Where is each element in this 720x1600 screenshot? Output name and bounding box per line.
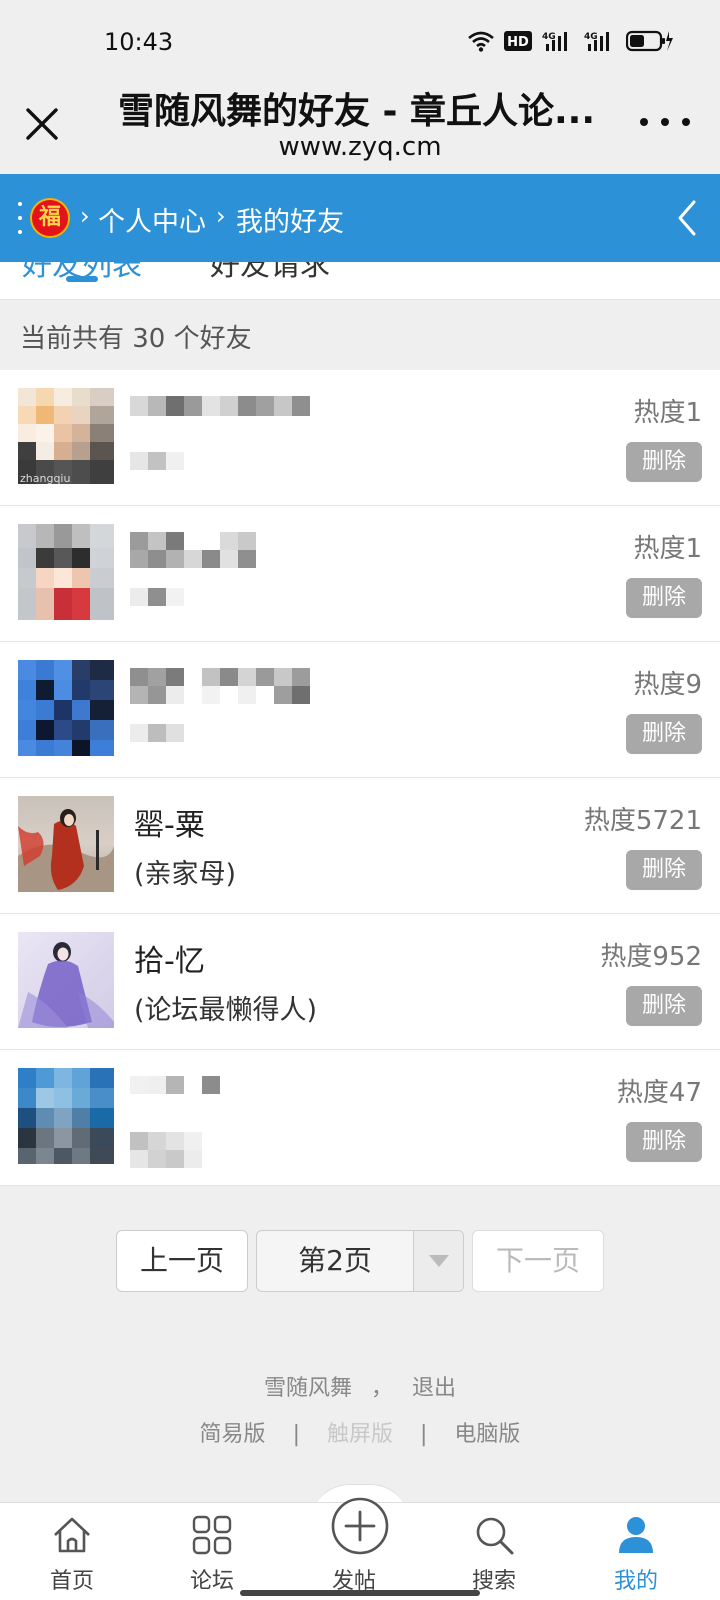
friend-name[interactable]: 罂-粟: [134, 800, 205, 844]
name-redacted: [130, 668, 310, 704]
nav-home[interactable]: 首页: [22, 1503, 122, 1600]
friend-row[interactable]: 罂-粟 (亲家母) 热度5721 删除: [0, 778, 720, 914]
current-page-label: 第2页: [298, 1244, 372, 1277]
nav-search[interactable]: 搜索: [444, 1503, 544, 1600]
heat-value: 热度47: [616, 1078, 702, 1108]
footer-username[interactable]: 雪随风舞: [264, 1376, 352, 1401]
name-redacted: [130, 1076, 220, 1094]
grid-icon: [192, 1515, 232, 1555]
delete-button[interactable]: 删除: [626, 442, 702, 482]
page-title: 雪随风舞的好友 - 章丘人论...: [118, 91, 596, 132]
nav-label: 我的: [613, 1569, 658, 1594]
heat-value: 热度1: [633, 534, 702, 564]
avatar-watermark: zhangqiu: [20, 472, 70, 484]
note-redacted: [130, 452, 184, 470]
search-icon: [476, 1517, 514, 1555]
link-simple-version[interactable]: 简易版: [200, 1422, 266, 1447]
signal-4g-icon-2: 4G: [584, 30, 616, 52]
home-indicator[interactable]: [240, 1590, 480, 1596]
note-redacted: [130, 1132, 202, 1168]
heat-value: 热度1: [633, 398, 702, 428]
heat-value: 热度9: [633, 670, 702, 700]
hd-label: HD: [507, 35, 529, 50]
delete-button[interactable]: 删除: [626, 850, 702, 890]
status-time: 10:43: [104, 28, 174, 56]
site-nav-bar: 福 › 个人中心 › 我的好友: [0, 174, 720, 262]
chevron-left-icon: [678, 200, 696, 236]
friend-name[interactable]: 拾-忆: [134, 936, 205, 980]
wifi-icon: [468, 30, 494, 52]
user-icon: [619, 1517, 653, 1553]
battery-icon: [626, 30, 674, 52]
next-page-button[interactable]: 下一页: [472, 1230, 604, 1292]
page-url: www.zyq.cm: [278, 132, 442, 162]
heat-value: 热度5721: [583, 806, 702, 836]
name-redacted: [130, 532, 256, 568]
breadcrumb-separator: ›: [216, 202, 226, 230]
more-icon: [640, 118, 648, 126]
friend-note: (论坛最懒得人): [134, 995, 318, 1026]
menu-dots-icon[interactable]: [18, 202, 24, 234]
name-redacted: [130, 396, 310, 416]
friend-list: zhangqiu 热度1 删除 热度1 删除 热度9 删除 罂-粟 (亲家母) …: [0, 370, 720, 1186]
avatar[interactable]: [18, 660, 114, 756]
footer-link-separator: |: [420, 1422, 428, 1447]
friend-row[interactable]: 热度9 删除: [0, 642, 720, 778]
prev-page-button[interactable]: 上一页: [116, 1230, 248, 1292]
more-icon-dot: [682, 118, 690, 126]
delete-button[interactable]: 删除: [626, 714, 702, 754]
plus-circle-icon[interactable]: [330, 1496, 390, 1556]
hd-icon: HD: [504, 30, 532, 52]
breadcrumb-separator: ›: [80, 202, 90, 230]
friend-tabs: 好友列表 好友请求: [0, 262, 720, 300]
avatar[interactable]: [18, 1068, 114, 1164]
status-icons: HD 4G 4G: [468, 30, 674, 52]
signal-4g-icon: 4G: [542, 30, 574, 52]
avatar[interactable]: [18, 524, 114, 620]
friend-count-bar: 当前共有 30 个好友: [0, 300, 720, 370]
status-bar: 10:43 HD 4G 4G: [0, 0, 720, 82]
avatar[interactable]: [18, 796, 114, 892]
avatar[interactable]: [18, 932, 114, 1028]
friend-row[interactable]: 热度47 删除: [0, 1050, 720, 1186]
logout-link[interactable]: 退出: [412, 1376, 456, 1401]
site-logo-badge[interactable]: 福: [30, 198, 70, 238]
delete-button[interactable]: 删除: [626, 1122, 702, 1162]
footer-separator: ，: [370, 1376, 393, 1401]
footer-links: 简易版 | 触屏版 | 电脑版: [0, 1416, 720, 1448]
friend-count: 当前共有 30 个好友: [20, 324, 252, 354]
footer-link-separator: |: [292, 1422, 300, 1447]
more-options-button[interactable]: [640, 112, 690, 132]
note-redacted: [130, 588, 184, 606]
browser-header: 雪随风舞的好友 - 章丘人论... www.zyq.cm: [0, 82, 720, 174]
triangle-down-icon: [429, 1255, 449, 1267]
home-icon: [54, 1517, 90, 1553]
tab-friend-requests[interactable]: 好友请求: [210, 262, 330, 284]
nav-forum[interactable]: 论坛: [162, 1503, 262, 1600]
link-desktop-version[interactable]: 电脑版: [454, 1422, 520, 1447]
footer-user: 雪随风舞 ， 退出: [0, 1370, 720, 1402]
more-icon-dot: [661, 118, 669, 126]
link-touch-version: 触屏版: [326, 1422, 393, 1447]
friend-row[interactable]: 拾-忆 (论坛最懒得人) 热度952 删除: [0, 914, 720, 1050]
breadcrumb-personal-center[interactable]: 个人中心: [98, 200, 206, 239]
back-button[interactable]: [672, 198, 702, 238]
friend-row[interactable]: zhangqiu 热度1 删除: [0, 370, 720, 506]
page-select[interactable]: 第2页: [256, 1230, 464, 1292]
note-redacted: [130, 724, 184, 742]
avatar[interactable]: zhangqiu: [18, 388, 114, 484]
friend-row[interactable]: 热度1 删除: [0, 506, 720, 642]
heat-value: 热度952: [600, 942, 702, 972]
friend-note: (亲家母): [134, 859, 237, 890]
breadcrumb-my-friends: 我的好友: [236, 207, 344, 238]
active-tab-indicator: [66, 276, 98, 282]
dropdown-arrow[interactable]: [413, 1231, 463, 1291]
delete-button[interactable]: 删除: [626, 578, 702, 618]
delete-button[interactable]: 删除: [626, 986, 702, 1026]
nav-mine[interactable]: 我的: [586, 1503, 686, 1600]
nav-label: 首页: [49, 1569, 94, 1594]
